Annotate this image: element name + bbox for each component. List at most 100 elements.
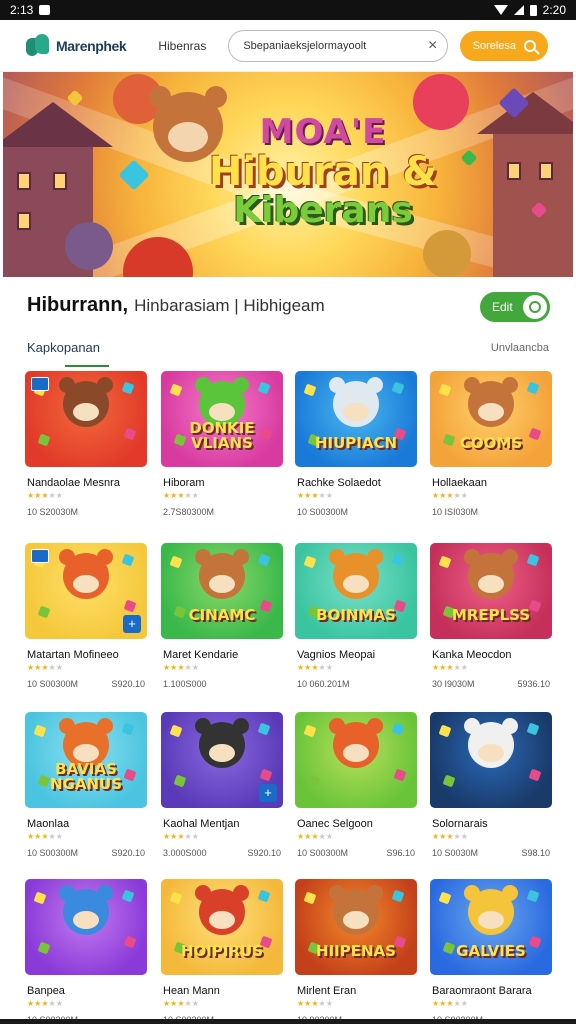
candy-icon [123, 427, 137, 441]
game-thumbnail[interactable] [25, 879, 147, 975]
game-card[interactable]: HIIPENASMirlent Eran★★★★★10 90300M [295, 879, 417, 1024]
game-name: Hollaekaan [432, 477, 488, 489]
game-thumbnail[interactable]: HIIPENAS [295, 879, 417, 975]
game-thumbnail[interactable]: HIUPIACN [295, 371, 417, 467]
star-rating-icon: ★★★★★ [163, 491, 199, 500]
hero-title-line1: MOA'E [259, 112, 387, 152]
candy-icon [438, 724, 452, 738]
game-name: Matartan Mofineeo [27, 649, 119, 661]
add-icon[interactable]: + [123, 615, 141, 633]
game-thumbnail[interactable]: DONKIE VLIANS [161, 371, 283, 467]
game-card[interactable]: Nandaolae Mesnra ★★★★★ 10 S20030M [25, 371, 147, 531]
badge-icon [31, 549, 49, 563]
candy-icon [121, 381, 135, 395]
game-card[interactable]: BAVIAS NGANUS Maonlaa ★★★★★ 10 S00300M S920.… [25, 712, 147, 872]
toggle-knob-icon [523, 295, 547, 319]
hero-banner[interactable]: MOA'E Hiburan & Kiberans [3, 72, 573, 277]
star-rating-icon: ★★★★★ [432, 832, 468, 841]
search-button-label: Sorelesa [472, 39, 517, 52]
game-name: Baraomraont Barara [432, 985, 532, 997]
candy-icon [526, 889, 540, 903]
game-size: S96.10 [386, 848, 415, 858]
nav-link[interactable]: Hibenras [158, 39, 206, 53]
game-thumbnail[interactable] [25, 371, 147, 467]
game-card[interactable]: Banpea★★★★★10 S00300M [25, 879, 147, 1024]
star-rating-icon: ★★★★★ [297, 491, 333, 500]
game-thumbnail[interactable]: BAVIAS NGANUS [25, 712, 147, 808]
game-card[interactable]: Oanec Selgoon ★★★★★ 10 S00300M S96.10 [295, 712, 417, 872]
game-thumbnail[interactable]: MREPLSS [430, 543, 552, 639]
game-name: Nandaolae Mesnra [27, 477, 120, 489]
add-icon[interactable]: + [259, 784, 277, 802]
section-subtitle: Hinbarasiam | Hibhigeam [134, 296, 325, 315]
game-card[interactable]: BOINMAS Vagnios Meopai ★★★★★ 10 060.201M [295, 543, 417, 703]
game-thumbnail[interactable]: + [25, 543, 147, 639]
game-size: 5936.10 [517, 679, 550, 689]
hero-title-line3: Kiberans [233, 190, 413, 231]
game-thumbnail-title: CINAMC [188, 606, 256, 624]
game-card[interactable]: Solornarais ★★★★★ 10 S0030M S98.10 [430, 712, 552, 872]
tab-secondary[interactable]: Unvlaancba [491, 342, 549, 354]
hero-title: MOA'E Hiburan & Kiberans [193, 112, 453, 230]
top-header: Marenphek Hibenras Sbepaniaeksjelormayoo… [0, 20, 576, 72]
candy-icon [303, 724, 317, 738]
game-size: S920.10 [111, 679, 145, 689]
game-thumbnail[interactable]: GALVIES [430, 879, 552, 975]
status-time: 2:13 [10, 3, 34, 17]
candy-icon [303, 383, 317, 397]
page-title: Hiburrann, Hinbarasiam | Hibhigeam [27, 294, 325, 317]
game-thumbnail[interactable]: HOIPIRUS [161, 879, 283, 975]
toggle-label: Edit [492, 300, 513, 314]
candy-icon [307, 774, 321, 788]
candy-icon [438, 891, 452, 905]
game-thumbnail-title: DONKIE VLIANS [189, 419, 255, 452]
game-name: Solornarais [432, 818, 488, 830]
download-count: 10 060.201M [297, 679, 350, 689]
game-thumbnail[interactable] [430, 712, 552, 808]
download-count: 10 S00300M [297, 848, 349, 858]
game-thumbnail-title: MREPLSS [451, 606, 531, 624]
clear-icon[interactable]: × [428, 37, 437, 55]
candy-icon [33, 891, 47, 905]
tab-active[interactable]: Kapkopanan [27, 340, 100, 363]
game-thumbnail[interactable]: CINAMC [161, 543, 283, 639]
edit-toggle[interactable]: Edit [480, 292, 550, 322]
game-card[interactable]: CINAMC Maret Kendarie ★★★★★ 1.100S000 [161, 543, 283, 703]
battery-icon [529, 4, 537, 16]
game-card[interactable]: + Kaohal Mentjan ★★★★★ 3.000S000 S920.10 [161, 712, 283, 872]
search-button[interactable]: Sorelesa [460, 30, 549, 61]
star-rating-icon: ★★★★★ [432, 999, 468, 1008]
download-count: 2.7S80300M [163, 507, 215, 517]
gem-icon [460, 149, 478, 167]
star-rating-icon: ★★★★★ [27, 663, 63, 672]
download-count: 10 S00300M [27, 848, 79, 858]
game-card[interactable]: DONKIE VLIANS Hiboram ★★★★★ 2.7S80300M [161, 371, 283, 531]
game-name: Mirlent Eran [297, 985, 357, 997]
game-card[interactable]: COOMS Hollaekaan ★★★★★ 10 ISI030M [430, 371, 552, 531]
candy-icon [438, 555, 452, 569]
candy-icon [121, 553, 135, 567]
game-card[interactable]: MREPLSS Kanka Meocdon ★★★★★ 30 I9030M 5936.1… [430, 543, 552, 703]
star-rating-icon: ★★★★★ [297, 832, 333, 841]
candy-icon [33, 724, 47, 738]
game-thumbnail[interactable] [295, 712, 417, 808]
game-thumbnail[interactable]: + [161, 712, 283, 808]
game-thumbnail-title: GALVIES [456, 942, 526, 960]
search-input[interactable]: Sbepaniaeksjelormayoolt × [228, 29, 449, 62]
game-thumbnail[interactable]: BOINMAS [295, 543, 417, 639]
game-thumbnail[interactable]: COOMS [430, 371, 552, 467]
brand-logo[interactable]: Marenphek [26, 33, 127, 58]
candy-icon [391, 381, 405, 395]
leaf-logo-icon [26, 33, 50, 58]
candy-icon [169, 555, 183, 569]
game-card[interactable]: HIUPIACN Rachke Solaedot ★★★★★ 10 S00300M [295, 371, 417, 531]
game-size: S920.10 [111, 848, 145, 858]
game-card[interactable]: GALVIESBaraomraont Barara★★★★★10 S00300M [430, 879, 552, 1024]
game-card[interactable]: HOIPIRUSHean Mann★★★★★10 S00300M [161, 879, 283, 1024]
candy-icon [123, 599, 137, 613]
game-card[interactable]: + Matartan Mofineeo ★★★★★ 10 S00300M S920.10 [25, 543, 147, 703]
content-panel: Hiburrann, Hinbarasiam | Hibhigeam Edit … [3, 277, 573, 1024]
search-icon [524, 39, 537, 52]
candy-icon [393, 768, 407, 782]
download-count: 10 S20030M [27, 507, 79, 517]
